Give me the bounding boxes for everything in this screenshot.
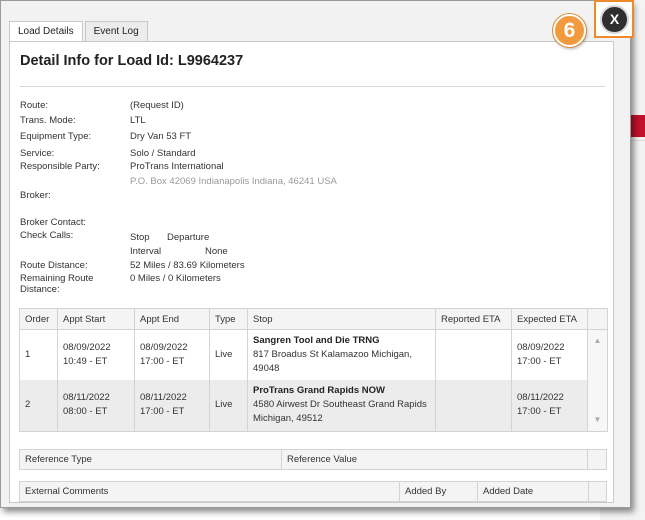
check-calls-none: None [205, 246, 228, 257]
cell-reported-eta [435, 379, 512, 432]
check-calls-departure: Departure [167, 232, 210, 243]
trans-mode-value: LTL [130, 115, 146, 126]
header-external-comments[interactable]: External Comments [20, 482, 400, 501]
stop-address-line2: 49048 [253, 362, 280, 374]
cell-order: 2 [19, 379, 58, 432]
tab-event-log[interactable]: Event Log [84, 21, 148, 41]
header-appt-start[interactable]: Appt Start [57, 308, 135, 330]
service-label: Service: [20, 148, 55, 159]
check-calls-stop: Stop [130, 232, 150, 243]
cell-reported-eta [435, 329, 512, 380]
tab-load-details[interactable]: Load Details [9, 21, 83, 42]
expected-eta-date: 08/09/2022 [517, 341, 565, 353]
appt-start-date: 08/09/2022 [63, 341, 111, 353]
appt-start-time: 08:00 - ET [63, 406, 108, 418]
header-stop[interactable]: Stop [247, 308, 436, 330]
appt-start-date: 08/11/2022 [63, 392, 110, 404]
stop-address-line1: 4580 Airwest Dr Southeast Grand Rapids [253, 399, 427, 411]
tab-bar: Load Details Event Log [9, 21, 150, 42]
appt-end-date: 08/11/2022 [140, 392, 187, 404]
header-scroll-spacer [587, 308, 608, 330]
responsible-party-label: Responsible Party: [20, 161, 100, 172]
check-calls-label: Check Calls: [20, 230, 74, 241]
close-highlight-box: X [594, 0, 634, 38]
stop-name: ProTrans Grand Rapids NOW [253, 385, 385, 397]
stops-header-row: Order Appt Start Appt End Type Stop Repo… [19, 308, 608, 330]
header-added-by[interactable]: Added By [400, 482, 478, 501]
scroll-down-icon[interactable]: ▼ [588, 413, 607, 427]
expected-eta-time: 17:00 - ET [517, 355, 562, 367]
equipment-type-value: Dry Van 53 FT [130, 131, 192, 142]
broker-label: Broker: [20, 190, 51, 201]
expected-eta-date: 08/11/2022 [517, 392, 564, 404]
header-reference-type[interactable]: Reference Type [20, 450, 282, 469]
cell-expected-eta: 08/09/2022 17:00 - ET [511, 329, 588, 380]
header-order[interactable]: Order [19, 308, 58, 330]
load-detail-dialog: Load Details Event Log Detail Info for L… [0, 0, 631, 508]
cell-appt-start: 08/11/2022 08:00 - ET [57, 379, 135, 432]
route-value: (Request ID) [130, 100, 184, 111]
service-value: Solo / Standard [130, 148, 196, 159]
appt-end-time: 17:00 - ET [140, 355, 185, 367]
header-scroll-spacer [589, 482, 606, 501]
cell-appt-end: 08/09/2022 17:00 - ET [134, 329, 210, 380]
appt-end-date: 08/09/2022 [140, 341, 188, 353]
remaining-distance-label-line2: Distance: [20, 284, 60, 295]
appt-start-time: 10:49 - ET [63, 355, 108, 367]
header-reported-eta[interactable]: Reported ETA [435, 308, 512, 330]
broker-contact-label: Broker Contact: [20, 217, 86, 228]
stops-table: Order Appt Start Appt End Type Stop Repo… [19, 308, 608, 432]
title-divider [20, 86, 605, 87]
cell-expected-eta: 08/11/2022 17:00 - ET [511, 379, 588, 432]
scroll-up-icon[interactable]: ▲ [588, 334, 607, 348]
cell-stop: ProTrans Grand Rapids NOW 4580 Airwest D… [247, 379, 436, 432]
step-number-badge: 6 [553, 14, 586, 47]
comments-table-header: External Comments Added By Added Date [19, 481, 607, 502]
appt-end-time: 17:00 - ET [140, 406, 185, 418]
trans-mode-label: Trans. Mode: [20, 115, 76, 126]
equipment-type-label: Equipment Type: [20, 131, 92, 142]
scrollbar-track[interactable]: ▲ [587, 329, 608, 380]
remaining-distance-label-line1: Remaining Route [20, 273, 94, 284]
stop-address-line2: Michigan, 49512 [253, 413, 323, 425]
cell-stop: Sangren Tool and Die TRNG 817 Broadus St… [247, 329, 436, 380]
header-scroll-spacer [588, 450, 606, 469]
cell-appt-end: 08/11/2022 17:00 - ET [134, 379, 210, 432]
responsible-party-address: P.O. Box 42069 Indianapolis Indiana, 462… [130, 176, 337, 187]
header-type[interactable]: Type [209, 308, 248, 330]
load-details-panel: Detail Info for Load Id: L9964237 Route:… [9, 41, 614, 503]
close-icon[interactable]: X [600, 5, 629, 34]
table-row[interactable]: 2 08/11/2022 08:00 - ET 08/11/2022 17:00… [19, 379, 608, 432]
stop-name: Sangren Tool and Die TRNG [253, 334, 380, 346]
scrollbar-track[interactable]: ▼ [587, 379, 608, 432]
responsible-party-value: ProTrans International [130, 161, 224, 172]
table-row[interactable]: 1 08/09/2022 10:49 - ET 08/09/2022 17:00… [19, 329, 608, 380]
page-title: Detail Info for Load Id: L9964237 [20, 53, 244, 69]
expected-eta-time: 17:00 - ET [517, 406, 562, 418]
remaining-distance-value: 0 Miles / 0 Kilometers [130, 273, 221, 284]
route-distance-label: Route Distance: [20, 260, 88, 271]
route-distance-value: 52 Miles / 83.69 Kilometers [130, 260, 245, 271]
stop-address-line1: 817 Broadus St Kalamazoo Michigan, [253, 348, 412, 360]
header-reference-value[interactable]: Reference Value [282, 450, 588, 469]
cell-order: 1 [19, 329, 58, 380]
header-expected-eta[interactable]: Expected ETA [511, 308, 588, 330]
cell-type: Live [209, 379, 248, 432]
check-calls-interval: Interval [130, 246, 162, 257]
cell-type: Live [209, 329, 248, 380]
route-label: Route: [20, 100, 48, 111]
cell-appt-start: 08/09/2022 10:49 - ET [57, 329, 135, 380]
header-added-date[interactable]: Added Date [478, 482, 589, 501]
header-appt-end[interactable]: Appt End [134, 308, 210, 330]
reference-table-header: Reference Type Reference Value [19, 449, 607, 470]
